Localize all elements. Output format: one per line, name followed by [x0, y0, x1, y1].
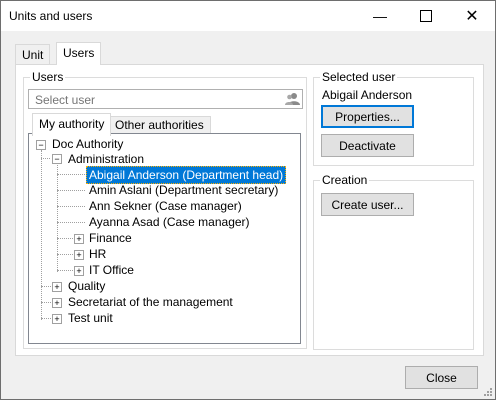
- user-search-input[interactable]: [33, 91, 277, 108]
- tab-other-authorities[interactable]: Other authorities: [108, 116, 211, 134]
- tree-node-unit[interactable]: Secretariat of the management: [68, 294, 233, 310]
- minimize-icon[interactable]: —: [357, 1, 403, 31]
- collapse-icon[interactable]: −: [52, 154, 62, 164]
- expand-icon[interactable]: +: [52, 314, 62, 324]
- tree-node-unit[interactable]: Finance: [89, 230, 132, 246]
- expand-icon[interactable]: +: [74, 250, 84, 260]
- deactivate-button[interactable]: Deactivate: [321, 134, 414, 157]
- tree-node-unit[interactable]: IT Office: [89, 262, 134, 278]
- users-icon[interactable]: [285, 92, 300, 106]
- window-title: Units and users: [9, 9, 93, 23]
- expand-icon[interactable]: +: [74, 234, 84, 244]
- tree-node-unit[interactable]: Test unit: [68, 310, 113, 326]
- selected-user-name: Abigail Anderson: [322, 88, 413, 102]
- tree-node-person[interactable]: Ayanna Asad (Case manager): [89, 214, 250, 230]
- tree-node-administration[interactable]: Administration: [68, 151, 144, 167]
- tab-my-authority[interactable]: My authority: [32, 113, 112, 136]
- expand-icon[interactable]: +: [52, 282, 62, 292]
- users-group-title: Users: [30, 70, 66, 84]
- tab-users[interactable]: Users: [56, 42, 102, 65]
- authority-tree[interactable]: − Doc Authority − Administration Abigail…: [28, 133, 301, 344]
- create-user-button[interactable]: Create user...: [321, 193, 414, 216]
- dialog-window: Units and users — ✕ Unit Users Users My …: [0, 0, 496, 400]
- properties-button[interactable]: Properties...: [321, 105, 414, 128]
- resize-grip-icon[interactable]: [483, 387, 493, 397]
- title-bar: Units and users — ✕: [1, 1, 495, 31]
- tree-node-root[interactable]: Doc Authority: [52, 136, 123, 152]
- tree-node-person[interactable]: Ann Sekner (Case manager): [89, 198, 242, 214]
- creation-title: Creation: [320, 173, 370, 187]
- tree-node-unit[interactable]: Quality: [68, 278, 105, 294]
- expand-icon[interactable]: +: [74, 266, 84, 276]
- selected-user-title: Selected user: [320, 70, 398, 84]
- expand-icon[interactable]: +: [52, 298, 62, 308]
- close-window-icon[interactable]: ✕: [449, 1, 495, 31]
- close-button[interactable]: Close: [405, 366, 478, 389]
- tree-node-unit[interactable]: HR: [89, 246, 106, 262]
- maximize-icon[interactable]: [403, 1, 449, 31]
- collapse-icon[interactable]: −: [36, 140, 46, 150]
- user-search-field[interactable]: [28, 89, 303, 109]
- tab-unit[interactable]: Unit: [15, 44, 51, 65]
- tree-node-person[interactable]: Amin Aslani (Department secretary): [89, 182, 278, 198]
